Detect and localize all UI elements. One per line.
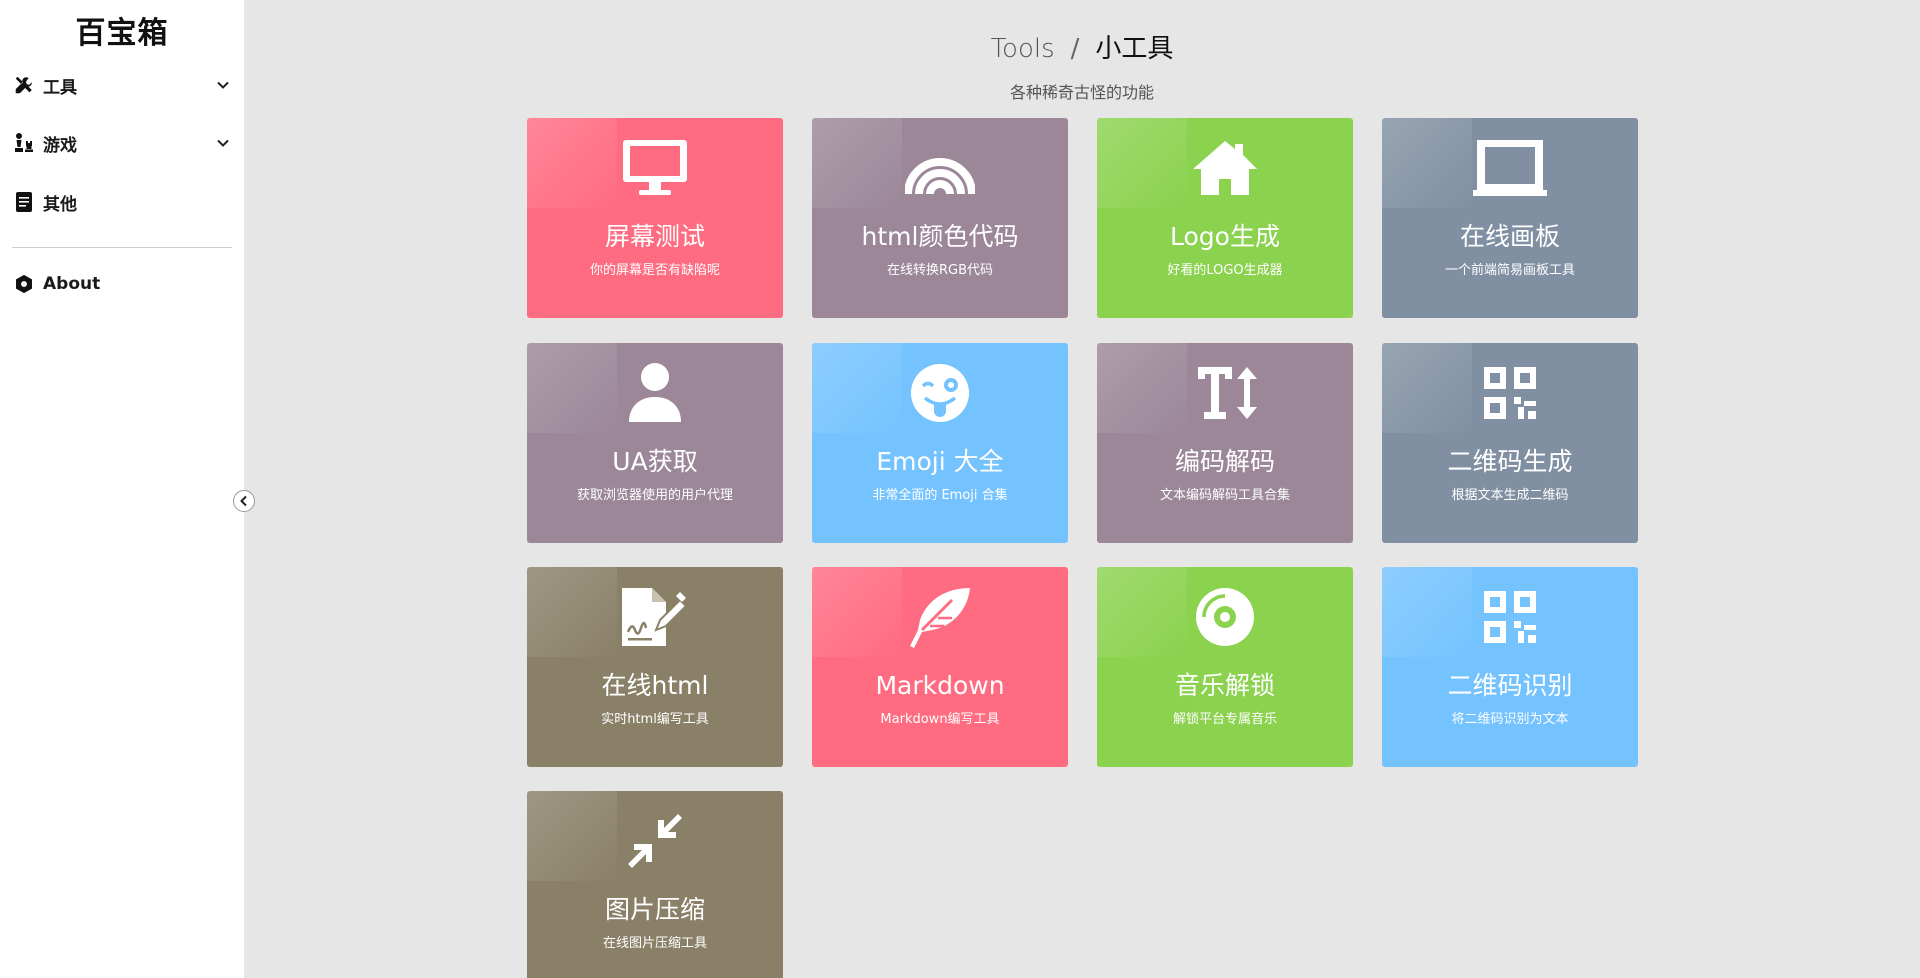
- breadcrumb-separator: /: [1070, 34, 1080, 64]
- qrcode-icon: [1382, 585, 1638, 649]
- breadcrumb-root[interactable]: Tools: [991, 34, 1055, 64]
- chevron-down-icon: [214, 134, 232, 152]
- sidebar-item-label: 游戏: [43, 135, 77, 156]
- feather-icon: [812, 585, 1068, 649]
- card-title: UA获取: [612, 447, 698, 476]
- tool-card-emoji[interactable]: Emoji 大全 非常全面的 Emoji 合集: [812, 343, 1068, 543]
- rainbow-icon: [812, 136, 1068, 200]
- book-icon: [12, 190, 36, 214]
- sidebar-item-about[interactable]: About: [12, 267, 232, 301]
- card-desc: 根据文本生成二维码: [1451, 488, 1569, 503]
- tool-card-markdown[interactable]: Markdown Markdown编写工具: [812, 567, 1068, 767]
- brand-title: 百宝箱: [75, 16, 169, 51]
- card-desc: 实时html编写工具: [601, 712, 709, 727]
- tool-card-logo[interactable]: Logo生成 好看的LOGO生成器: [1097, 118, 1353, 318]
- sidebar-item-label: About: [43, 274, 101, 294]
- card-title: 编码解码: [1174, 447, 1275, 476]
- card-title: Markdown: [875, 671, 1005, 700]
- user-icon: [527, 361, 783, 425]
- breadcrumb-current: 小工具: [1095, 34, 1174, 64]
- card-title: 在线html: [601, 671, 709, 700]
- card-title: 图片压缩: [604, 895, 705, 924]
- card-desc: 在线转换RGB代码: [886, 263, 994, 278]
- sidebar-divider: [12, 247, 232, 248]
- collapse-sidebar-button[interactable]: [233, 490, 255, 512]
- breadcrumb: Tools / 小工具: [244, 28, 1920, 65]
- card-desc: 非常全面的 Emoji 合集: [872, 488, 1008, 503]
- qrcode-icon: [1382, 361, 1638, 425]
- card-desc: 一个前端简易画板工具: [1444, 263, 1575, 278]
- tool-card-screen-test[interactable]: 屏幕测试 你的屏幕是否有缺陷呢: [527, 118, 783, 318]
- card-title: 二维码生成: [1447, 447, 1573, 476]
- wink-tongue-icon: [812, 361, 1068, 425]
- chevron-down-icon: [214, 76, 232, 94]
- tool-card-music-unlock[interactable]: 音乐解锁 解锁平台专属音乐: [1097, 567, 1353, 767]
- chess-icon: [12, 131, 36, 155]
- hexagon-info-icon: [12, 272, 36, 296]
- text-height-icon: [1097, 361, 1353, 425]
- card-title: 二维码识别: [1447, 671, 1573, 700]
- card-desc: 文本编码解码工具合集: [1159, 488, 1290, 503]
- card-desc: 好看的LOGO生成器: [1167, 263, 1283, 278]
- compact-disc-icon: [1097, 585, 1353, 649]
- sidebar: 百宝箱 工具 游戏 其他 About: [0, 0, 244, 978]
- tool-card-qr-generate[interactable]: 二维码生成 根据文本生成二维码: [1382, 343, 1638, 543]
- sidebar-item-label: 工具: [43, 77, 77, 98]
- card-title: Emoji 大全: [876, 447, 1004, 476]
- tool-card-html-color[interactable]: html颜色代码 在线转换RGB代码: [812, 118, 1068, 318]
- file-signature-icon: [527, 585, 783, 649]
- sidebar-item-tools[interactable]: 工具: [12, 68, 232, 102]
- card-desc: 获取浏览器使用的用户代理: [576, 488, 733, 503]
- card-desc: Markdown编写工具: [880, 712, 1000, 727]
- sidebar-item-other[interactable]: 其他: [12, 185, 232, 219]
- tools-icon: [12, 73, 36, 97]
- card-title: html颜色代码: [861, 222, 1019, 251]
- page-header: Tools / 小工具 各种稀奇古怪的功能: [244, 28, 1920, 103]
- card-title: 音乐解锁: [1174, 671, 1275, 700]
- tool-card-drawing-board[interactable]: 在线画板 一个前端简易画板工具: [1382, 118, 1638, 318]
- card-desc: 将二维码识别为文本: [1451, 712, 1569, 727]
- tool-card-image-compress[interactable]: 图片压缩 在线图片压缩工具: [527, 791, 783, 978]
- home-icon: [1097, 136, 1353, 200]
- page-subtitle: 各种稀奇古怪的功能: [1009, 83, 1154, 102]
- tool-card-encode-decode[interactable]: 编码解码 文本编码解码工具合集: [1097, 343, 1353, 543]
- compress-arrows-icon: [527, 809, 783, 873]
- card-desc: 在线图片压缩工具: [602, 936, 707, 951]
- tool-card-online-html[interactable]: 在线html 实时html编写工具: [527, 567, 783, 767]
- card-title: 屏幕测试: [604, 222, 705, 251]
- chevron-left-icon: [240, 495, 247, 507]
- card-desc: 解锁平台专属音乐: [1172, 712, 1277, 727]
- sidebar-item-games[interactable]: 游戏: [12, 126, 232, 160]
- monitor-icon: [527, 136, 783, 200]
- tool-card-ua[interactable]: UA获取 获取浏览器使用的用户代理: [527, 343, 783, 543]
- sidebar-item-label: 其他: [43, 194, 77, 215]
- card-title: Logo生成: [1170, 222, 1280, 251]
- chalkboard-icon: [1382, 136, 1638, 200]
- card-title: 在线画板: [1459, 222, 1560, 251]
- card-desc: 你的屏幕是否有缺陷呢: [589, 263, 720, 278]
- tool-card-qr-recognize[interactable]: 二维码识别 将二维码识别为文本: [1382, 567, 1638, 767]
